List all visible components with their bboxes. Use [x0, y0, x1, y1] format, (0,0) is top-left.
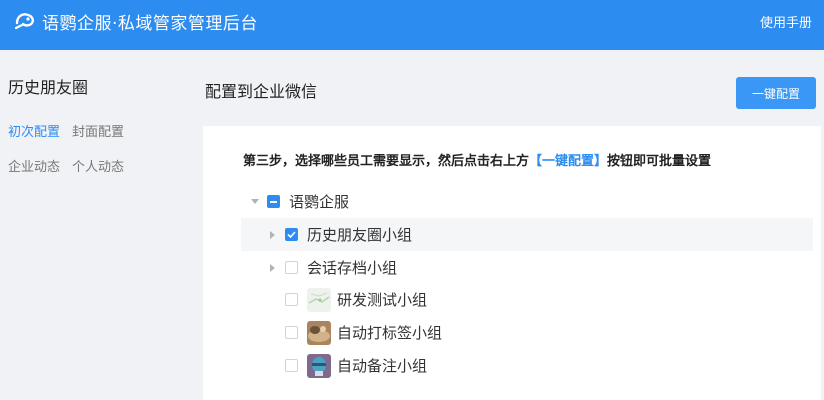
parrot-logo-icon — [14, 10, 36, 32]
map-thumbnail-avatar — [307, 287, 331, 312]
caret-down-icon[interactable] — [249, 196, 261, 208]
sidebar: 历史朋友圈 初次配置 封面配置 企业动态 个人动态 — [0, 50, 190, 400]
tree-node-label: 会话存档小组 — [307, 259, 398, 277]
tree-node-label: 自动打标签小组 — [337, 324, 443, 342]
animal-photo-avatar — [307, 320, 331, 345]
instruction-highlight: 【一键配置】 — [529, 154, 608, 169]
sidebar-item-initial-config[interactable]: 初次配置 — [8, 121, 60, 140]
top-bar: 语鹦企服·私域管家管理后台 使用手册 — [0, 0, 824, 50]
checkbox-unchecked[interactable] — [285, 293, 298, 306]
checkbox-unchecked[interactable] — [285, 326, 298, 339]
sidebar-item-company-moments[interactable]: 企业动态 — [8, 156, 60, 175]
tree-node-rd-test-group[interactable]: 研发测试小组 — [241, 283, 813, 316]
user-manual-link[interactable]: 使用手册 — [760, 0, 812, 42]
sidebar-row-moments: 企业动态 个人动态 — [8, 156, 124, 175]
config-panel: 第三步，选择哪些员工需要显示，然后点击右上方【一键配置】按钮即可批量设置 语鹦企… — [203, 126, 821, 400]
avatar-face-avatar — [307, 353, 331, 378]
tree-node-session-archive-group[interactable]: 会话存档小组 — [241, 251, 813, 284]
tree-node-label: 研发测试小组 — [337, 291, 428, 309]
tree-node-root[interactable]: 语鹦企服 — [241, 185, 813, 218]
sidebar-row-config: 初次配置 封面配置 — [8, 121, 124, 140]
checkbox-unchecked[interactable] — [285, 261, 298, 274]
caret-right-icon[interactable] — [267, 262, 279, 274]
brand[interactable]: 语鹦企服·私域管家管理后台 — [14, 0, 258, 42]
app-title: 语鹦企服·私域管家管理后台 — [42, 13, 258, 34]
page-title: 配置到企业微信 — [205, 82, 318, 101]
checkbox-checked[interactable] — [285, 228, 298, 241]
checkbox-unchecked[interactable] — [285, 359, 298, 372]
sidebar-item-personal-moments[interactable]: 个人动态 — [72, 156, 124, 175]
tree-node-label: 语鹦企服 — [289, 193, 350, 211]
step-instruction: 第三步，选择哪些员工需要显示，然后点击右上方【一键配置】按钮即可批量设置 — [243, 150, 711, 169]
checkbox-root[interactable] — [267, 195, 280, 208]
caret-right-icon[interactable] — [267, 229, 279, 241]
tree-node-label: 历史朋友圈小组 — [307, 226, 413, 244]
tree-node-label: 自动备注小组 — [337, 357, 428, 375]
tree-node-auto-tag-group[interactable]: 自动打标签小组 — [241, 316, 813, 349]
tree-node-history-moments-group[interactable]: 历史朋友圈小组 — [241, 218, 813, 251]
tree-node-auto-remark-group[interactable]: 自动备注小组 — [241, 349, 813, 382]
sidebar-title: 历史朋友圈 — [8, 78, 89, 97]
instruction-text-suffix: 按钮即可批量设置 — [607, 154, 712, 169]
sidebar-item-cover-config[interactable]: 封面配置 — [72, 121, 124, 140]
one-click-config-button[interactable]: 一键配置 — [736, 77, 816, 109]
instruction-text-prefix: 第三步，选择哪些员工需要显示，然后点击右上方 — [243, 154, 530, 169]
